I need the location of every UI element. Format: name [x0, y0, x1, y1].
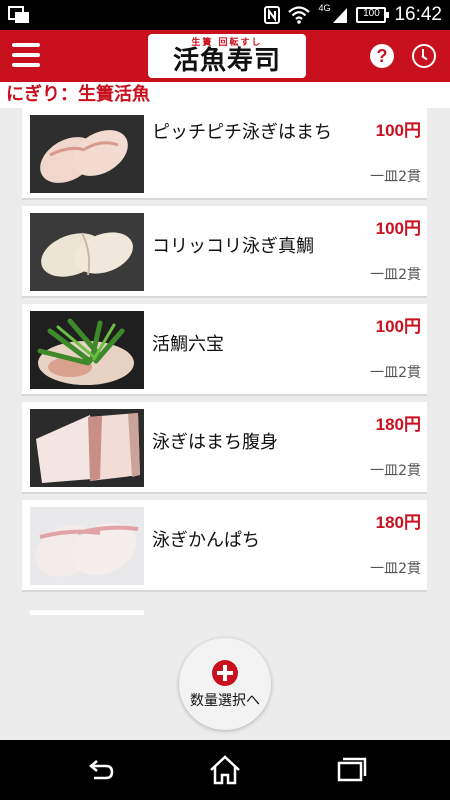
item-name: ピッチピチ泳ぎはまち [152, 122, 332, 143]
quantity-select-button[interactable]: 数量選択へ [179, 638, 271, 730]
logo-title: 活魚寿司 [172, 46, 281, 76]
logo: 生簀 回転すし 活魚寿司 [148, 34, 306, 78]
menu-item[interactable]: ピッチピチ泳ぎはまち 100円 一皿2貫 [22, 108, 427, 200]
battery-level: 100 [363, 8, 380, 19]
cell-signal-icon [333, 8, 348, 23]
category-bar: にぎり：生簀活魚 [0, 82, 450, 108]
recent-apps-icon[interactable] [330, 752, 370, 788]
item-name: コリッコリ泳ぎ真鯛 [152, 236, 314, 257]
home-icon[interactable] [205, 752, 245, 788]
item-price: 180円 [375, 513, 421, 532]
sushi-photo [30, 311, 144, 389]
item-price: 100円 [375, 121, 421, 140]
navigation-bar [0, 740, 450, 800]
item-name: 泳ぎかんぱち [152, 530, 260, 551]
status-indicators: 4G 100 16:42 [264, 0, 442, 30]
help-icon[interactable]: ? [370, 44, 394, 68]
category-title: にぎり：生簀活魚 [6, 84, 150, 105]
clock-icon[interactable] [412, 44, 436, 68]
clock-time: 16:42 [394, 4, 442, 25]
item-price: 100円 [375, 317, 421, 336]
next-list-item-edge [30, 610, 144, 615]
sushi-photo [30, 507, 144, 585]
plus-icon [212, 660, 238, 686]
app-header: 生簀 回転すし 活魚寿司 ? [0, 30, 450, 82]
item-portion: 一皿2貫 [370, 267, 421, 283]
sushi-photo [30, 115, 144, 193]
menu-item[interactable]: 活鯛六宝 100円 一皿2貫 [22, 304, 427, 396]
screenshot-notification-icon [8, 6, 29, 23]
hamburger-menu-icon[interactable] [12, 43, 40, 69]
sushi-photo [30, 213, 144, 291]
back-icon[interactable] [80, 752, 120, 788]
menu-item[interactable]: コリッコリ泳ぎ真鯛 100円 一皿2貫 [22, 206, 427, 298]
menu-item[interactable]: 泳ぎかんぱち 180円 一皿2貫 [22, 500, 427, 592]
item-price: 100円 [375, 219, 421, 238]
item-price: 180円 [375, 415, 421, 434]
sushi-photo [30, 409, 144, 487]
menu-item[interactable]: 泳ぎはまち腹身 180円 一皿2貫 [22, 402, 427, 494]
nfc-icon [264, 6, 281, 24]
item-portion: 一皿2貫 [370, 365, 421, 381]
quantity-select-label: 数量選択へ [190, 693, 260, 709]
wifi-icon [288, 6, 311, 24]
item-name: 泳ぎはまち腹身 [152, 432, 278, 453]
item-portion: 一皿2貫 [370, 561, 421, 577]
status-bar: 4G 100 16:42 [0, 0, 450, 30]
item-name: 活鯛六宝 [152, 334, 224, 355]
network-type: 4G [318, 3, 331, 13]
item-portion: 一皿2貫 [370, 169, 421, 185]
item-portion: 一皿2貫 [370, 463, 421, 479]
battery-icon: 100 [356, 7, 390, 23]
